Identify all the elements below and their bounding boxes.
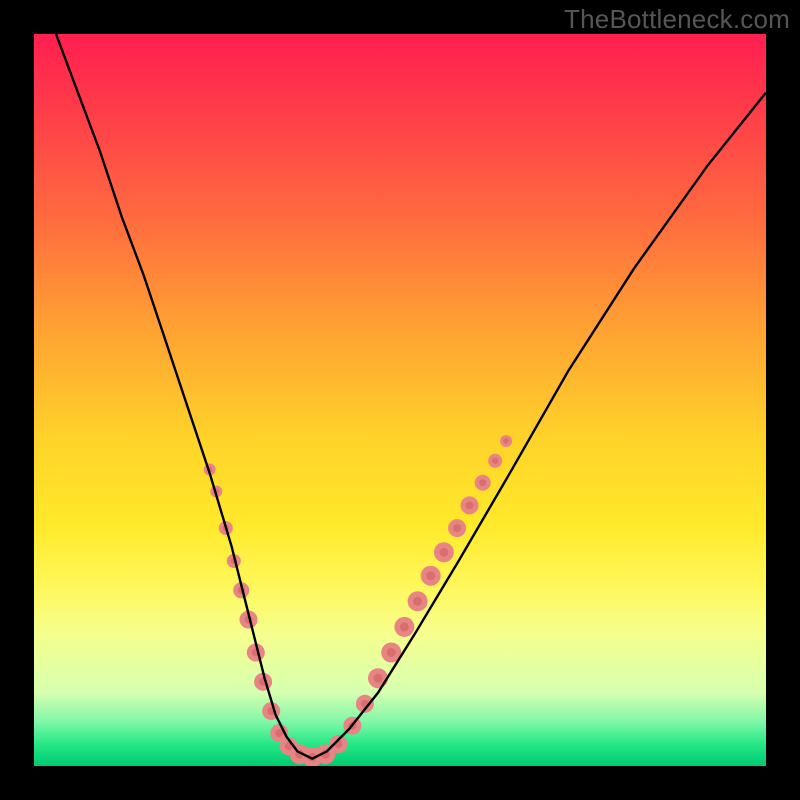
data-marker-core [400, 622, 409, 631]
data-marker-core [413, 597, 422, 606]
plot-area [34, 34, 766, 766]
bottleneck-curve [56, 34, 766, 759]
data-marker-core [374, 674, 383, 683]
chart-frame: TheBottleneck.com [0, 0, 800, 800]
data-marker-core [503, 438, 508, 443]
data-marker-core [466, 501, 474, 509]
data-marker-core [453, 524, 461, 532]
data-marker-core [387, 648, 396, 657]
data-marker-core [492, 458, 498, 464]
data-marker-core [439, 548, 448, 557]
data-marker-core [479, 479, 486, 486]
watermark-text: TheBottleneck.com [564, 4, 790, 35]
curve-layer [34, 34, 766, 766]
data-marker-core [426, 571, 435, 580]
